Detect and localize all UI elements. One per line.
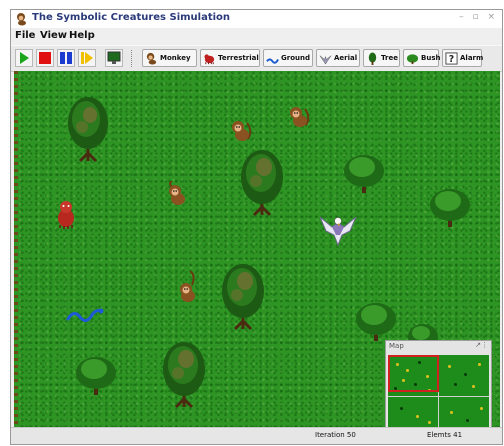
toolbar: Monkey Terrestrial Ground Aerial Tree Bu… — [11, 45, 502, 72]
add-terrestrial-button[interactable]: Terrestrial — [200, 49, 260, 67]
window-title: The Symbolic Creatures Simulation — [32, 12, 231, 23]
element-count: Elemts 41 — [427, 431, 463, 439]
toolbar-separator — [131, 50, 134, 67]
add-aerial-button[interactable]: Aerial — [316, 49, 360, 67]
minimap-dot — [416, 415, 419, 418]
minimap-dot — [448, 365, 451, 368]
add-ground-button[interactable]: Ground — [263, 49, 313, 67]
tree-sprite[interactable] — [64, 95, 112, 165]
add-bush-button[interactable]: Bush — [403, 49, 441, 67]
alarm-icon: ? — [445, 51, 458, 65]
title-bar[interactable]: The Symbolic Creatures Simulation – ▫ × — [11, 10, 502, 29]
pause-button[interactable] — [57, 49, 75, 67]
tree-icon — [368, 51, 377, 65]
terrestrial-predator-sprite[interactable] — [54, 199, 78, 229]
menu-bar: File View Help — [11, 28, 502, 45]
tree-sprite[interactable] — [237, 147, 287, 219]
minimap-title: Map — [389, 342, 404, 350]
monkey-icon — [146, 52, 157, 65]
ground-button-label: Ground — [281, 54, 310, 62]
tree-sprite[interactable] — [218, 261, 268, 333]
canvas-border-fence — [14, 71, 18, 428]
minimap-dot — [464, 373, 467, 376]
step-button[interactable] — [78, 49, 96, 67]
minimap-dot — [454, 383, 457, 386]
minimap-dot — [400, 407, 403, 410]
minimap-dot — [480, 407, 483, 410]
snake-sprite[interactable] — [66, 303, 104, 323]
step-icon — [81, 52, 93, 64]
minimap-dot — [466, 419, 469, 422]
monkey-button-label: Monkey — [160, 54, 191, 62]
iteration-count: Iteration 50 — [315, 431, 356, 439]
play-button[interactable] — [15, 49, 33, 67]
minimap-dot — [450, 411, 453, 414]
add-tree-button[interactable]: Tree — [363, 49, 400, 67]
monitor-icon — [107, 51, 121, 64]
screenshot-button[interactable] — [105, 49, 123, 67]
eagle-icon — [319, 55, 332, 64]
minimap-panel[interactable]: Map ↗⋮ — [385, 340, 492, 440]
window-controls[interactable]: – ▫ × — [459, 12, 498, 22]
add-monkey-button[interactable]: Monkey — [142, 49, 197, 67]
monkey-sprite[interactable] — [288, 103, 312, 129]
monkey-sprite[interactable] — [230, 117, 254, 143]
snake-icon — [266, 58, 279, 64]
minimap-dot — [428, 421, 431, 424]
minimap-grid[interactable] — [388, 355, 489, 438]
monkey-sprite[interactable] — [166, 181, 190, 207]
minimap-controls[interactable]: ↗⋮ — [475, 341, 488, 349]
bush-icon — [406, 53, 419, 64]
monkey-sprite[interactable] — [176, 271, 200, 305]
alarm-button-label: Alarm — [460, 54, 484, 62]
alarm-button[interactable]: ? Alarm — [442, 49, 484, 67]
minimap-dot — [472, 385, 475, 388]
play-icon — [20, 52, 29, 64]
svg-text:?: ? — [449, 54, 454, 65]
terrestrial-button-label: Terrestrial — [218, 54, 259, 62]
menu-help[interactable]: Help — [69, 30, 95, 41]
bush-sprite[interactable] — [74, 351, 118, 397]
monkey-icon — [17, 13, 26, 26]
stop-icon — [39, 52, 51, 64]
status-bar: Iteration 50 Elemts 41 — [11, 427, 502, 444]
menu-file[interactable]: File — [15, 30, 35, 41]
bush-button-label: Bush — [421, 54, 441, 62]
terrestrial-predator-icon — [204, 53, 215, 64]
bush-sprite[interactable] — [428, 183, 472, 229]
minimap-header[interactable]: Map ↗⋮ — [386, 341, 491, 353]
minimap-viewport[interactable] — [388, 355, 439, 392]
tree-sprite[interactable] — [159, 339, 209, 411]
bush-sprite[interactable] — [354, 297, 398, 343]
pause-icon — [60, 52, 72, 64]
aerial-button-label: Aerial — [334, 54, 358, 62]
menu-view[interactable]: View — [40, 30, 67, 41]
tree-button-label: Tree — [381, 54, 398, 62]
minimap-dot — [478, 363, 481, 366]
eagle-sprite[interactable] — [318, 209, 358, 249]
stop-button[interactable] — [36, 49, 54, 67]
bush-sprite[interactable] — [342, 149, 386, 195]
application-window: The Symbolic Creatures Simulation – ▫ × … — [10, 9, 503, 445]
